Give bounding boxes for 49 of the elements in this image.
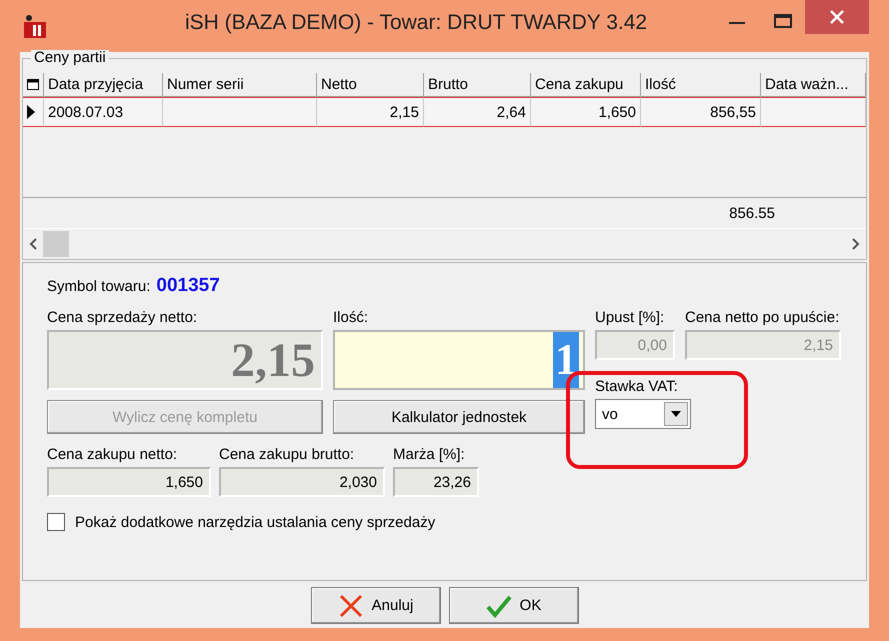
- action-button[interactable]: Kalkulator jednostek: [333, 400, 585, 434]
- check-icon: [486, 594, 512, 618]
- column-header[interactable]: Cena zakupu: [531, 73, 641, 97]
- field-label: Cena netto po upuście:: [685, 309, 840, 326]
- symbol-value: 001357: [156, 275, 220, 297]
- dropdown-arrow-icon: [671, 411, 681, 417]
- field-label: Cena zakupu netto:: [47, 446, 178, 463]
- column-header[interactable]: Netto: [317, 73, 424, 97]
- total-quantity: 856.55: [729, 204, 776, 222]
- field-label: Ilość:: [333, 309, 370, 326]
- scroll-right-icon[interactable]: [852, 238, 860, 250]
- maximize-icon[interactable]: [774, 14, 792, 28]
- column-header[interactable]: Brutto: [424, 73, 531, 97]
- purchase-field: 2,030: [219, 467, 385, 497]
- symbol-label: Symbol towaru:: [47, 278, 150, 295]
- table-cell: 2,15: [317, 97, 424, 127]
- field-label: Stawka VAT:: [595, 378, 679, 395]
- field-label: Marża [%]:: [393, 446, 466, 463]
- scrollbar-thumb[interactable]: [43, 231, 69, 257]
- window-title: iSH (BAZA DEMO) - Towar: DRUT TWARDY 3.42: [185, 11, 648, 35]
- column-header[interactable]: Data ważn...: [761, 73, 866, 97]
- net-price-field: 2,15: [685, 330, 841, 360]
- close-button[interactable]: [805, 0, 869, 34]
- sale-price-field: 2,15: [47, 330, 323, 390]
- table-cell: 2008.07.03: [44, 97, 163, 127]
- field-label: Cena sprzedaży netto:: [47, 309, 198, 326]
- purchase-field: 1,650: [47, 467, 211, 497]
- column-header[interactable]: Ilość: [641, 73, 761, 97]
- table-cell: 2,64: [424, 97, 531, 127]
- field-label: Upust [%]:: [595, 309, 666, 326]
- cancel-button[interactable]: Anuluj: [310, 587, 440, 624]
- scroll-left-icon[interactable]: [29, 238, 37, 250]
- row-indicator[interactable]: [23, 97, 44, 127]
- table-cell: 1,650: [531, 97, 641, 127]
- column-header[interactable]: Data przyjęcia: [44, 73, 163, 97]
- column-header[interactable]: Numer serii: [163, 73, 317, 97]
- checkbox[interactable]: [47, 513, 65, 531]
- vat-dropdown[interactable]: vo: [595, 399, 691, 429]
- minimize-icon[interactable]: [729, 22, 745, 26]
- cross-icon: [338, 594, 364, 618]
- table-cell: 856,55: [641, 97, 761, 127]
- app-logo-icon: [24, 14, 46, 38]
- ok-button[interactable]: OK: [448, 587, 578, 624]
- group-title: Ceny partii: [31, 50, 109, 66]
- checkbox-label: Pokaż dodatkowe narzędzia ustalania ceny sprzedaży: [75, 514, 436, 530]
- column-picker-icon[interactable]: [23, 73, 44, 97]
- field-label: Cena zakupu brutto:: [219, 446, 356, 463]
- purchase-field: 23,26: [393, 467, 479, 497]
- discount-field: 0,00: [595, 330, 675, 360]
